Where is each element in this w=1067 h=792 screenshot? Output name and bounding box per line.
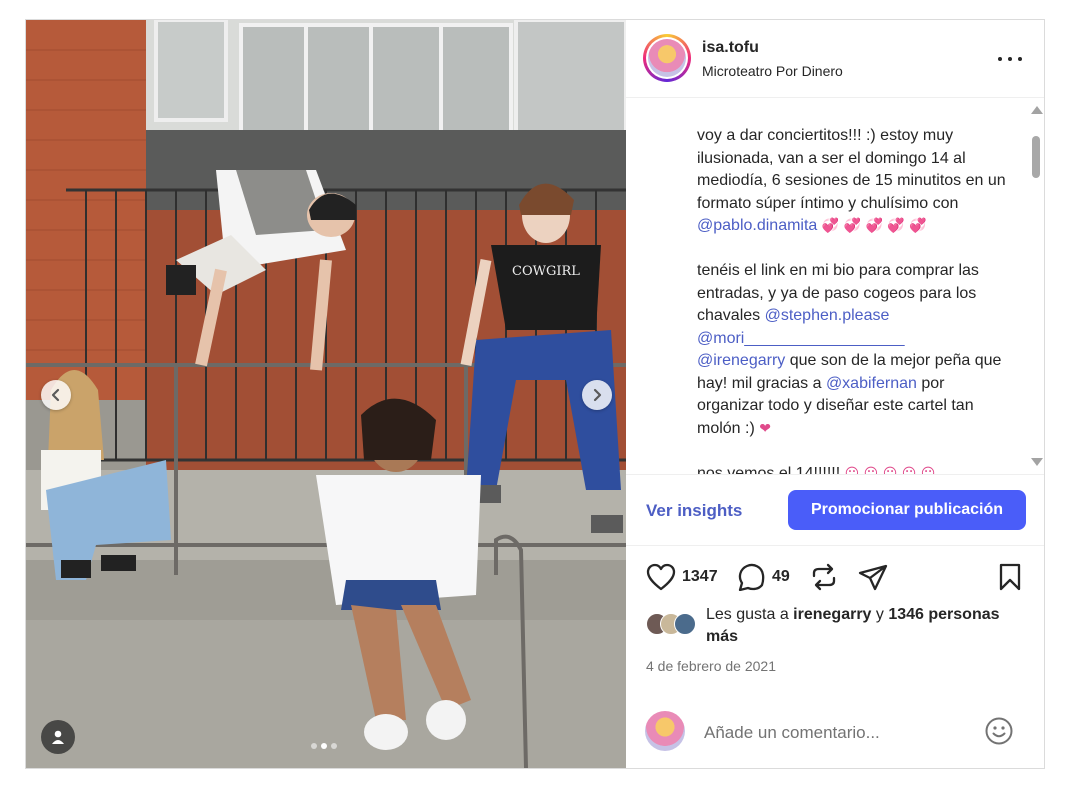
comment-button[interactable]: 49: [736, 563, 790, 591]
scroll-down-arrow-icon[interactable]: [1031, 458, 1043, 466]
photo-scene: COWGIRL: [26, 20, 626, 768]
caption-mention[interactable]: @mori__________________: [697, 330, 905, 347]
comments-count: 49: [772, 568, 790, 585]
carousel-indicator: [311, 743, 337, 749]
bookmark-icon: [999, 563, 1021, 591]
post-details-panel: isa.tofu Microteatro Por Dinero voy a da…: [626, 20, 1044, 768]
caption-text: nos vemos el 14!!!!!!: [697, 464, 841, 475]
avatar: [645, 711, 685, 751]
caption-emoji: 💞 💞 💞 💞 💞: [817, 218, 927, 234]
share-button[interactable]: [858, 563, 888, 591]
post-photo[interactable]: COWGIRL: [26, 20, 626, 768]
like-button[interactable]: 1347: [646, 563, 718, 591]
chevron-right-icon: [593, 388, 602, 402]
caption-scroll-area[interactable]: voy a dar conciertitos!!! :) estoy muy i…: [626, 98, 1044, 474]
caption-text: voy a dar conciertitos!!! :) estoy muy i…: [697, 127, 1011, 212]
likes-count: 1347: [682, 568, 718, 585]
scroll-up-arrow-icon[interactable]: [1031, 106, 1043, 114]
heart-icon: [646, 563, 676, 591]
emoji-picker-button[interactable]: [984, 716, 1014, 751]
post-header: isa.tofu Microteatro Por Dinero: [626, 20, 1044, 98]
post-location[interactable]: Microteatro Por Dinero: [702, 63, 843, 79]
author-username[interactable]: isa.tofu: [702, 39, 759, 57]
liked-by-user[interactable]: irenegarry: [793, 606, 871, 623]
more-horizontal-icon: [998, 57, 1002, 61]
repost-button[interactable]: [810, 563, 838, 591]
tagged-users-button[interactable]: [41, 720, 75, 754]
carousel-next-button[interactable]: [582, 380, 612, 410]
caption-mention[interactable]: @pablo.dinamita: [697, 217, 817, 234]
carousel-dot: [331, 743, 337, 749]
svg-text:COWGIRL: COWGIRL: [512, 264, 580, 279]
chevron-left-icon: [51, 388, 60, 402]
more-options-button[interactable]: [998, 49, 1022, 69]
caption-scrollbar[interactable]: [1028, 98, 1044, 474]
likes-text[interactable]: Les gusta a irenegarry y 1346 personas m…: [706, 604, 1026, 648]
post-actions: 1347 49: [626, 546, 1044, 606]
smiley-icon: [985, 717, 1013, 745]
avatar: [674, 613, 696, 635]
liked-by-avatars: [646, 613, 706, 635]
carousel-dot-active: [321, 743, 327, 749]
caption-mention[interactable]: @stephen.please: [765, 307, 890, 324]
comment-icon: [738, 563, 765, 591]
caption-mention[interactable]: @xabifernan: [826, 375, 917, 392]
insights-row: Ver insights Promocionar publicación: [626, 474, 1044, 546]
add-comment-row: [626, 708, 1044, 768]
comment-input[interactable]: [702, 718, 986, 748]
user-icon: [52, 730, 64, 744]
post-date[interactable]: 4 de febrero de 2021: [646, 658, 776, 674]
promote-post-button[interactable]: Promocionar publicación: [788, 490, 1026, 530]
carousel-prev-button[interactable]: [41, 380, 71, 410]
post-dialog: COWGIRL isa.tofu Microteatro Por Dinero …: [25, 19, 1045, 769]
send-icon: [858, 564, 888, 591]
carousel-dot: [311, 743, 317, 749]
repost-icon: [812, 563, 836, 591]
caption-emoji: ❤: [759, 420, 771, 437]
view-insights-link[interactable]: Ver insights: [646, 501, 742, 521]
caption-mention[interactable]: @irenegarry: [697, 352, 785, 369]
author-avatar[interactable]: [643, 34, 691, 82]
post-caption: voy a dar conciertitos!!! :) estoy muy i…: [697, 125, 1013, 474]
save-button[interactable]: [998, 563, 1022, 591]
scroll-thumb[interactable]: [1032, 136, 1040, 178]
caption-emoji: ☺ ☺ ☺ ☺ ☺: [844, 465, 936, 475]
